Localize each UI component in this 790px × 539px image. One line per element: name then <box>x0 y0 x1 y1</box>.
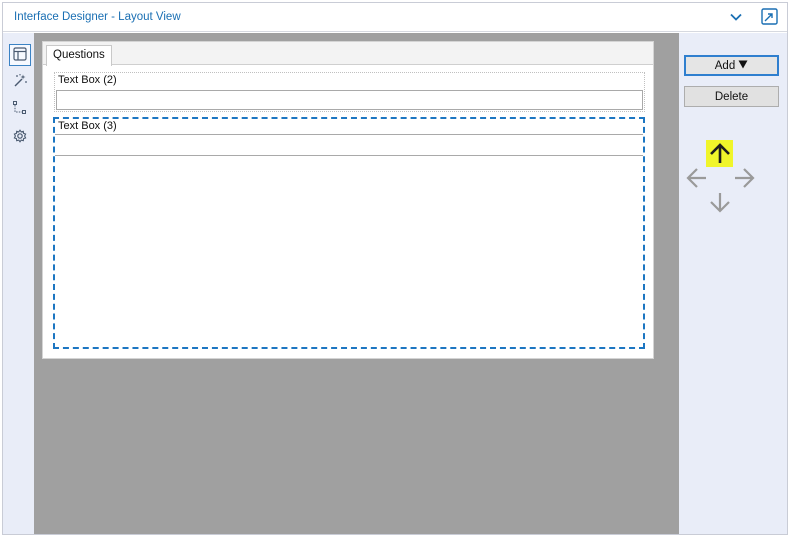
chevron-down-icon[interactable] <box>728 9 744 25</box>
tab-strip: Questions <box>43 42 653 66</box>
properties-button[interactable] <box>9 126 31 148</box>
delete-button-label: Delete <box>714 90 749 103</box>
add-button[interactable]: Add <box>684 55 779 76</box>
arrow-up-icon[interactable] <box>707 141 733 167</box>
popout-window-icon[interactable] <box>760 7 779 26</box>
text-box-3-control-selected[interactable]: Text Box (3) <box>53 117 645 349</box>
add-button-label: Add <box>714 59 736 72</box>
delete-button[interactable]: Delete <box>684 86 779 107</box>
text-box-3-label: Text Box (3) <box>58 120 117 132</box>
questions-panel: Questions Text Box (2) Text Box (3) <box>42 41 654 359</box>
left-sidebar <box>3 33 34 534</box>
layout-icon <box>13 46 27 64</box>
tab-questions[interactable]: Questions <box>46 45 112 66</box>
interface-designer-window: Interface Designer - Layout View Questio… <box>2 2 788 535</box>
layout-canvas: Questions Text Box (2) Text Box (3) <box>34 33 679 534</box>
text-box-2-label: Text Box (2) <box>58 74 117 86</box>
title-bar: Interface Designer - Layout View <box>3 3 787 32</box>
actions-button[interactable] <box>9 71 31 93</box>
right-panel: Add Delete <box>679 33 787 534</box>
tree-icon <box>12 100 28 119</box>
gear-icon <box>12 128 28 147</box>
arrow-down-icon[interactable] <box>707 189 733 215</box>
text-box-2-control[interactable]: Text Box (2) <box>54 72 645 112</box>
window-title: Interface Designer - Layout View <box>14 11 181 23</box>
arrow-right-icon[interactable] <box>731 165 757 191</box>
magic-wand-icon <box>12 73 28 92</box>
arrow-left-icon[interactable] <box>684 165 710 191</box>
layout-view-button[interactable] <box>9 44 31 66</box>
text-box-3-input[interactable] <box>55 134 643 156</box>
triangle-down-icon <box>738 60 748 72</box>
text-box-2-input[interactable] <box>56 90 643 110</box>
tree-view-button[interactable] <box>9 98 31 120</box>
